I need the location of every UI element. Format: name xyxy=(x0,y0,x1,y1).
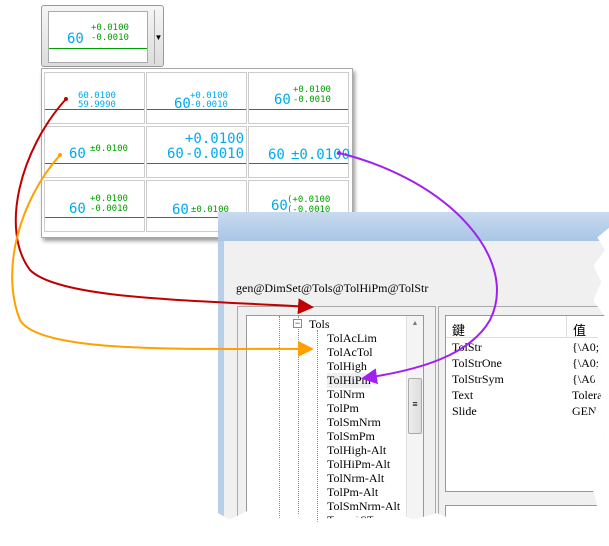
key-path: gen@DimSet@Tols@TolHiPm@TolStr xyxy=(236,281,429,295)
grid-cell-deviation-small[interactable]: 60 +0.0100 -0.0010 xyxy=(248,72,349,124)
tree-item[interactable]: TolHigh-Alt xyxy=(327,443,386,458)
preview-main: 60 xyxy=(67,31,84,47)
row-key: Text xyxy=(452,388,474,402)
symmetric-dev: ±0.0100 xyxy=(291,147,351,163)
scroll-up-icon[interactable]: ▲ xyxy=(407,320,423,327)
main-value: 60 xyxy=(271,198,288,214)
properties-list: 鍵 值 TolStr {\A0;> TolStrOne {\A0; TolStrSym {… xyxy=(445,315,609,492)
tree-item[interactable]: TolNrm xyxy=(327,387,365,402)
tree-item[interactable]: TolHiPm xyxy=(327,373,371,388)
header-key[interactable]: 鍵 xyxy=(452,320,465,339)
lower-dev: -0.0010 xyxy=(293,95,331,105)
lower-dev: -0.0010 xyxy=(185,146,245,162)
grid-cell-deviation-inline[interactable]: 60 +0.0100 -0.0010 xyxy=(146,72,247,124)
tree-item[interactable]: TolNrm-Alt xyxy=(327,471,384,486)
tree-item[interactable]: TolSmNrm xyxy=(327,415,381,430)
main-value: 60 xyxy=(167,146,184,162)
row-value: Tolera xyxy=(572,388,603,402)
tree-item[interactable]: TolHiPm-Alt xyxy=(327,457,390,472)
tree-item[interactable]: TolSmPm xyxy=(327,429,375,444)
tree-item[interactable]: TolSmNrm-Alt xyxy=(327,499,400,514)
tree-item[interactable]: TolAcTol xyxy=(327,345,373,360)
tree-view: − Tols TolAcLim TolAcTol TolHigh TolHiPm Tol… xyxy=(246,315,424,542)
upper-dev: +0.0100 xyxy=(90,194,128,204)
row-key: TolStrSym xyxy=(452,372,504,386)
main-value: 60 xyxy=(268,147,285,163)
collapse-icon[interactable]: − xyxy=(293,319,302,328)
lower-dev: -0.0010 xyxy=(90,204,128,214)
tree-item[interactable]: TolGOST xyxy=(327,513,374,523)
header-value[interactable]: 值 xyxy=(566,316,586,338)
dimstyle-window: gen@DimSet@Tols@TolHiPm@TolStr − Tols To… xyxy=(218,212,609,523)
list-row[interactable]: Text Tolera xyxy=(446,388,609,404)
tree-item[interactable]: TolPm-Alt xyxy=(327,485,378,500)
tree-item[interactable]: TolHigh xyxy=(327,359,367,374)
upper-dev: +0.0100 xyxy=(185,131,245,147)
row-key: TolStrOne xyxy=(452,356,502,370)
upper-dev: +0.0100 xyxy=(293,85,331,95)
tolerance-preview: 60 +0.0100 -0.0010 xyxy=(48,11,148,63)
title-bar xyxy=(218,212,609,241)
grid-cell-symmetric-small[interactable]: 60 ±0.0100 xyxy=(44,126,145,178)
grid-cell-limits[interactable]: 60.0100 59.9990 xyxy=(44,72,145,124)
tree-root[interactable]: Tols xyxy=(309,317,330,332)
properties-panel: 鍵 值 TolStr {\A0;> TolStrOne {\A0; TolStrSym {… xyxy=(438,306,609,523)
value-box xyxy=(445,505,609,523)
list-row[interactable]: TolStr {\A0;> xyxy=(446,340,609,356)
grid-cell-deviation-large[interactable]: 60 +0.0100 -0.0010 xyxy=(146,126,247,178)
main-value: 60 xyxy=(69,146,86,162)
main-value: 60 xyxy=(69,201,86,217)
preview-upper: +0.0100 xyxy=(91,23,129,33)
tolerance-style-combo[interactable]: 60 +0.0100 -0.0010 ▼ xyxy=(41,5,164,67)
grid-cell-deviation[interactable]: 60 +0.0100 -0.0010 xyxy=(44,180,145,232)
row-key: TolStr xyxy=(452,340,482,354)
row-key: Slide xyxy=(452,404,477,418)
tree-panel: − Tols TolAcLim TolAcTol TolHigh TolHiPm Tol… xyxy=(237,306,436,542)
symmetric-dev: ±0.0100 xyxy=(90,144,128,154)
list-row[interactable]: TolStrSym {\A0;% xyxy=(446,372,609,388)
upper-dev: (+0.0100 xyxy=(287,195,331,205)
scroll-down-icon[interactable]: ▼ xyxy=(407,533,423,540)
list-row[interactable]: TolStrOne {\A0; xyxy=(446,356,609,372)
scroll-thumb[interactable]: ≡ xyxy=(408,378,422,434)
row-value: GEN xyxy=(572,404,597,418)
main-value: 60 xyxy=(274,92,291,108)
list-row[interactable]: Slide GEN xyxy=(446,404,609,420)
row-value: {\A0;% xyxy=(572,372,609,386)
tree-scrollbar[interactable]: ▲ ≡ ▼ xyxy=(406,316,423,540)
tree-item[interactable]: TolGOST-Alt xyxy=(327,527,392,542)
grid-cell-symmetric-large[interactable]: 60 ±0.0100 xyxy=(248,126,351,178)
tree-item[interactable]: TolAcLim xyxy=(327,331,377,346)
row-value: {\A0;> xyxy=(572,340,606,354)
main-value: 60 xyxy=(172,202,189,218)
tree-item[interactable]: TolPm xyxy=(327,401,359,416)
row-value: {\A0; xyxy=(572,356,600,370)
preview-lower: -0.0010 xyxy=(91,33,129,43)
chevron-down-icon[interactable]: ▼ xyxy=(154,10,162,64)
